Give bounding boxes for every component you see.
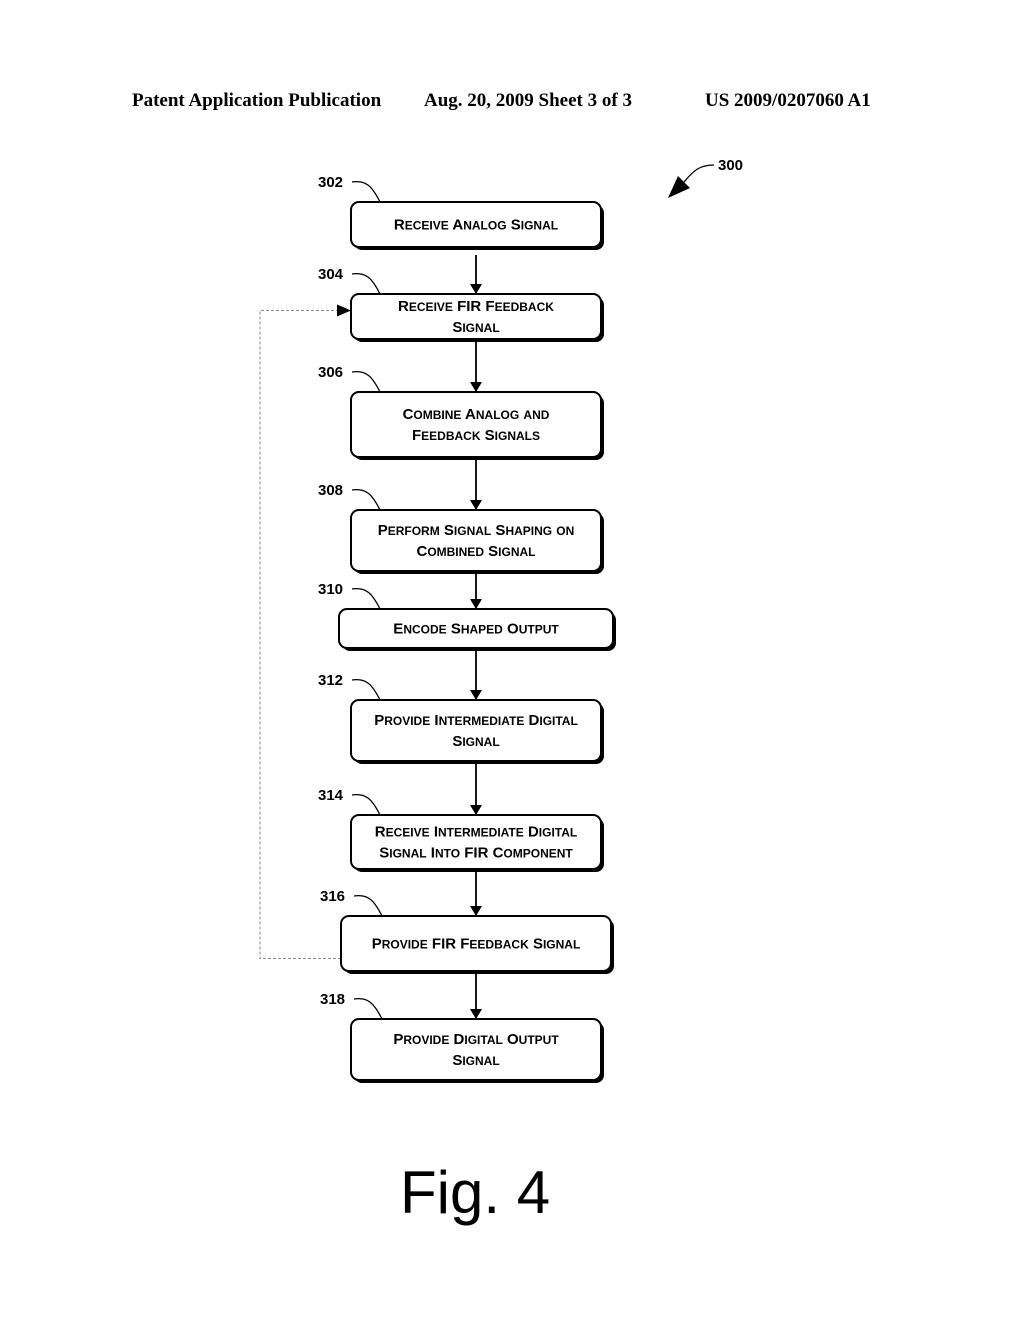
step-ref-leader bbox=[351, 587, 381, 610]
step-ref-number: 310 bbox=[318, 581, 343, 598]
flow-step-316: PROVIDE FIR FEEDBACK SIGNAL 316 bbox=[320, 888, 614, 974]
step-ref-leader bbox=[353, 894, 383, 917]
step-ref-number: 318 bbox=[320, 991, 345, 1008]
step-ref-leader bbox=[351, 180, 381, 203]
step-label: PROVIDE FIR FEEDBACK SIGNAL bbox=[372, 936, 581, 953]
flowchart: RECEIVE ANALOG SIGNAL 302 RECEIVE FIR FEED… bbox=[259, 157, 743, 1083]
step-label: FEEDBACK SIGNALS bbox=[412, 427, 540, 444]
flow-step-312: PROVIDE INTERMEDIATE DIGITAL SIGNAL 312 bbox=[318, 672, 604, 764]
flow-step-308: PERFORM SIGNAL SHAPING ON COMBINED SIGNAL… bbox=[318, 482, 604, 574]
figure-label: Fig. 4 bbox=[400, 1159, 551, 1226]
step-label: PROVIDE DIGITAL OUTPUT bbox=[393, 1031, 559, 1048]
step-ref-number: 314 bbox=[318, 787, 344, 804]
step-ref-leader bbox=[351, 678, 381, 701]
step-ref-number: 304 bbox=[318, 266, 344, 283]
step-label: SIGNAL INTO FIR COMPONENT bbox=[379, 845, 573, 862]
step-ref-leader bbox=[353, 997, 383, 1020]
step-label: RECEIVE INTERMEDIATE DIGITAL bbox=[375, 824, 577, 841]
step-label: PERFORM SIGNAL SHAPING ON bbox=[378, 522, 575, 539]
step-label: SIGNAL bbox=[452, 733, 499, 750]
step-ref-number: 308 bbox=[318, 482, 343, 499]
flow-step-306: COMBINE ANALOG AND FEEDBACK SIGNALS 306 bbox=[318, 364, 604, 460]
step-ref-number: 302 bbox=[318, 174, 343, 191]
step-ref-leader bbox=[351, 488, 381, 511]
step-label: RECEIVE FIR FEEDBACK bbox=[398, 298, 554, 315]
feedback-arrowhead-icon bbox=[337, 304, 351, 317]
step-label: PROVIDE INTERMEDIATE DIGITAL bbox=[374, 712, 578, 729]
flow-step-304: RECEIVE FIR FEEDBACK SIGNAL 304 bbox=[318, 266, 604, 342]
step-label: SIGNAL bbox=[452, 1052, 499, 1069]
step-label: COMBINED SIGNAL bbox=[416, 543, 535, 560]
step-label: SIGNAL bbox=[452, 319, 499, 336]
flow-step-314: RECEIVE INTERMEDIATE DIGITAL SIGNAL INTO … bbox=[318, 787, 604, 872]
step-box bbox=[350, 1018, 602, 1081]
step-box bbox=[350, 391, 602, 458]
figure-reference: 300 bbox=[668, 157, 743, 198]
step-label: COMBINE ANALOG AND bbox=[403, 406, 550, 423]
step-ref-number: 316 bbox=[320, 888, 345, 905]
step-ref-leader bbox=[351, 793, 381, 816]
step-box bbox=[350, 699, 602, 762]
figure-ref-number: 300 bbox=[718, 157, 743, 174]
step-label: ENCODE SHAPED OUTPUT bbox=[393, 621, 559, 638]
step-ref-number: 306 bbox=[318, 364, 343, 381]
feedback-loop-line bbox=[259, 310, 341, 959]
figure-ref-leader bbox=[683, 164, 715, 183]
flow-step-310: ENCODE SHAPED OUTPUT 310 bbox=[318, 581, 616, 651]
flow-step-318: PROVIDE DIGITAL OUTPUT SIGNAL 318 bbox=[320, 991, 604, 1083]
step-ref-leader bbox=[351, 370, 381, 393]
step-ref-leader bbox=[351, 272, 381, 295]
flow-step-302: RECEIVE ANALOG SIGNAL 302 bbox=[318, 174, 604, 250]
step-label: RECEIVE ANALOG SIGNAL bbox=[394, 217, 558, 234]
step-box bbox=[350, 509, 602, 572]
step-ref-number: 312 bbox=[318, 672, 343, 689]
